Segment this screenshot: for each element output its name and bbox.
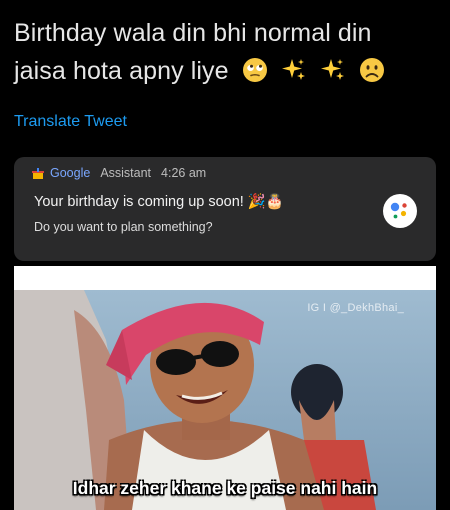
translate-tweet-link[interactable]: Translate Tweet — [14, 113, 127, 131]
frowning-face-emoji-icon — [359, 56, 385, 94]
meme-caption: Idhar zeher khane ke paise nahi hain — [72, 478, 378, 498]
sparkles-emoji-icon — [281, 56, 307, 94]
tweet-text: Birthday wala din bhi normal din jaisa h… — [14, 14, 439, 94]
tweet-line-1: Birthday wala din bhi normal din — [14, 19, 372, 47]
notification-header: Google Assistant 4:26 am — [32, 166, 206, 180]
sparkles-emoji-icon — [320, 56, 346, 94]
divider-strip — [14, 266, 436, 290]
notification-card[interactable]: Google Assistant 4:26 am Your birthday i… — [14, 157, 436, 261]
notification-title: Your birthday is coming up soon! 🎉🎂 — [34, 194, 284, 210]
tweet-line-2: jaisa hota apny liye — [14, 57, 229, 85]
rolling-eyes-emoji-icon — [242, 56, 268, 94]
notification-time: 4:26 am — [161, 166, 207, 180]
meme-watermark: IG I @_DekhBhai_ — [307, 302, 404, 314]
meme-scene — [14, 290, 436, 510]
notification-subtitle: Do you want to plan something? — [34, 220, 213, 234]
meme-image: IG I @_DekhBhai_ Idhar zeher khane ke pa… — [14, 290, 436, 510]
assistant-small-icon — [32, 167, 44, 179]
notification-app-name: Google — [50, 166, 91, 180]
notification-source: Assistant — [100, 166, 152, 180]
google-assistant-icon — [383, 194, 417, 228]
tweet-line-2-wrap: jaisa hota apny liye — [14, 52, 439, 94]
